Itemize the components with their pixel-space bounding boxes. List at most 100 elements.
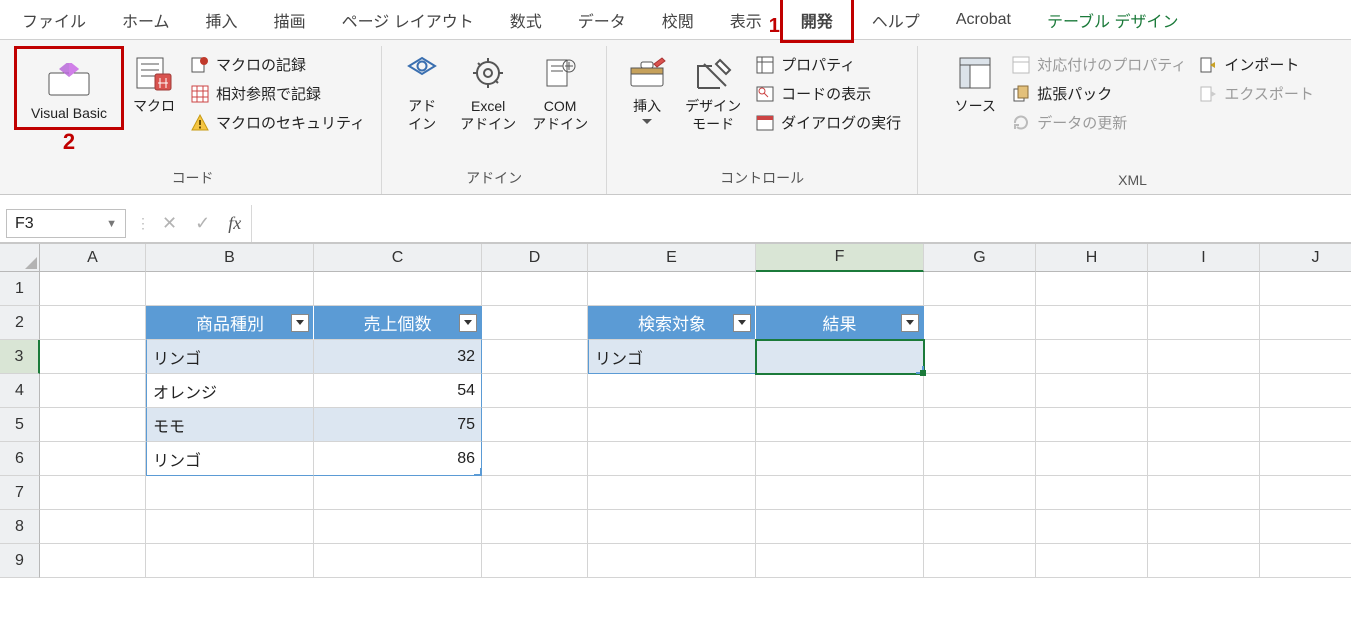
formula-input[interactable]: [252, 205, 1351, 242]
cell[interactable]: [1036, 476, 1148, 510]
cell[interactable]: [314, 476, 482, 510]
cell[interactable]: [1260, 442, 1351, 476]
tab-review[interactable]: 校閲: [644, 0, 712, 40]
tab-insert[interactable]: 挿入: [188, 0, 256, 40]
excel-addins-button[interactable]: Excelアドイン: [452, 46, 524, 133]
row-header[interactable]: 6: [0, 442, 40, 476]
view-code-button[interactable]: コードの表示: [749, 79, 907, 108]
table-resize-handle[interactable]: [916, 366, 924, 374]
cell[interactable]: [314, 544, 482, 578]
cell[interactable]: [924, 510, 1036, 544]
cell[interactable]: [482, 272, 588, 306]
table-header[interactable]: 検索対象: [588, 306, 756, 340]
cell[interactable]: [482, 306, 588, 340]
cell[interactable]: 54: [314, 374, 482, 408]
cell[interactable]: [482, 374, 588, 408]
cell[interactable]: [1260, 510, 1351, 544]
cell[interactable]: [40, 272, 146, 306]
cell[interactable]: [924, 544, 1036, 578]
cell[interactable]: [1260, 408, 1351, 442]
row-header[interactable]: 7: [0, 476, 40, 510]
cell[interactable]: [588, 442, 756, 476]
cell[interactable]: [756, 476, 924, 510]
cell[interactable]: [146, 510, 314, 544]
visual-basic-button[interactable]: Visual Basic: [23, 53, 115, 123]
tab-pagelayout[interactable]: ページ レイアウト: [324, 0, 492, 40]
cell[interactable]: [1036, 272, 1148, 306]
cell[interactable]: [1036, 374, 1148, 408]
cell[interactable]: [146, 476, 314, 510]
design-mode-button[interactable]: デザインモード: [677, 46, 749, 133]
record-macro-button[interactable]: マクロの記録: [184, 50, 371, 79]
table-header[interactable]: 結果: [756, 306, 924, 340]
cell-active[interactable]: [756, 340, 924, 374]
cell[interactable]: [1148, 340, 1260, 374]
col-header[interactable]: B: [146, 244, 314, 272]
cell[interactable]: [924, 408, 1036, 442]
filter-button[interactable]: [291, 314, 309, 332]
select-all-corner[interactable]: [0, 244, 40, 272]
cell[interactable]: [146, 272, 314, 306]
row-header[interactable]: 3: [0, 340, 40, 374]
row-header[interactable]: 1: [0, 272, 40, 306]
cell[interactable]: [924, 374, 1036, 408]
cell[interactable]: [756, 442, 924, 476]
cancel-icon[interactable]: ✕: [162, 213, 177, 234]
filter-button[interactable]: [459, 314, 477, 332]
cell[interactable]: [482, 544, 588, 578]
fx-icon[interactable]: fx: [228, 213, 241, 234]
cell[interactable]: [1148, 510, 1260, 544]
cell[interactable]: [482, 442, 588, 476]
cell[interactable]: [1036, 306, 1148, 340]
cell[interactable]: [40, 442, 146, 476]
cell[interactable]: [756, 272, 924, 306]
cell[interactable]: 75: [314, 408, 482, 442]
cell[interactable]: [924, 272, 1036, 306]
cell[interactable]: [756, 510, 924, 544]
tab-developer[interactable]: 1 開発: [780, 0, 854, 43]
cell[interactable]: [1148, 544, 1260, 578]
tab-draw[interactable]: 描画: [256, 0, 324, 40]
tab-data[interactable]: データ: [560, 0, 644, 40]
cell[interactable]: [924, 442, 1036, 476]
row-header[interactable]: 5: [0, 408, 40, 442]
cell[interactable]: [588, 408, 756, 442]
cell[interactable]: [924, 306, 1036, 340]
cell[interactable]: [1148, 476, 1260, 510]
row-header[interactable]: 2: [0, 306, 40, 340]
cell[interactable]: [1260, 374, 1351, 408]
filter-button[interactable]: [733, 314, 751, 332]
cell[interactable]: [1148, 374, 1260, 408]
cell[interactable]: [1260, 340, 1351, 374]
insert-controls-button[interactable]: 挿入: [617, 46, 677, 124]
filter-button[interactable]: [901, 314, 919, 332]
cell[interactable]: リンゴ: [146, 340, 314, 374]
row-header[interactable]: 4: [0, 374, 40, 408]
grip-icon[interactable]: ⋮: [134, 205, 152, 242]
macros-button[interactable]: マクロ: [124, 46, 184, 116]
cell[interactable]: [482, 510, 588, 544]
cell[interactable]: [924, 476, 1036, 510]
col-header[interactable]: A: [40, 244, 146, 272]
cell[interactable]: [588, 544, 756, 578]
tab-tabledesign[interactable]: テーブル デザイン: [1029, 0, 1197, 40]
table-header[interactable]: 商品種別: [146, 306, 314, 340]
import-button[interactable]: インポート: [1192, 50, 1320, 79]
cell[interactable]: [1260, 272, 1351, 306]
cell[interactable]: [756, 374, 924, 408]
addins-button[interactable]: アドイン: [392, 46, 452, 133]
properties-button[interactable]: プロパティ: [749, 50, 907, 79]
tab-formulas[interactable]: 数式: [492, 0, 560, 40]
cell[interactable]: [1148, 442, 1260, 476]
cell[interactable]: [482, 476, 588, 510]
col-header[interactable]: D: [482, 244, 588, 272]
cell[interactable]: [1260, 544, 1351, 578]
table-header[interactable]: 売上個数: [314, 306, 482, 340]
cell[interactable]: [588, 476, 756, 510]
use-relative-button[interactable]: 相対参照で記録: [184, 79, 371, 108]
cell[interactable]: [40, 408, 146, 442]
cell[interactable]: [40, 476, 146, 510]
cell[interactable]: [1260, 476, 1351, 510]
chevron-down-icon[interactable]: ▼: [106, 218, 117, 230]
cell[interactable]: [924, 340, 1036, 374]
